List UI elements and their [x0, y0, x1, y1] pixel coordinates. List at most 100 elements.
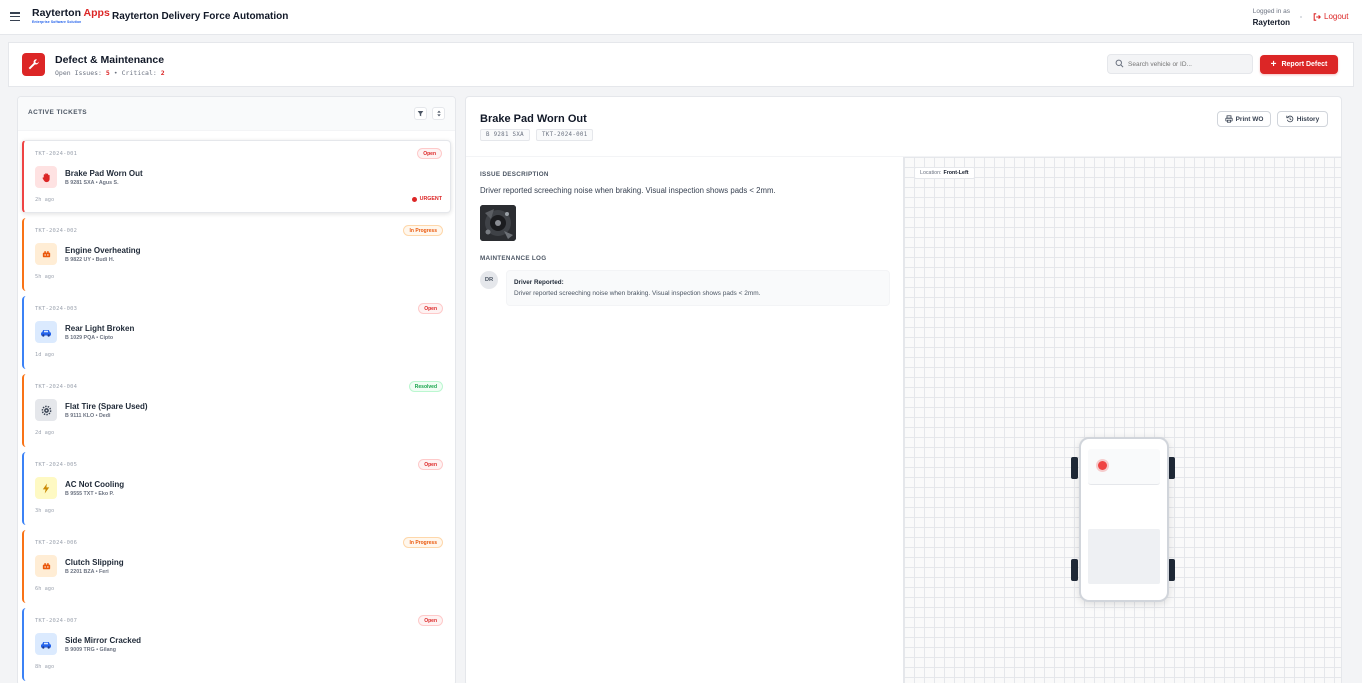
defect-marker[interactable]	[1098, 461, 1107, 470]
ticket-id: TKT-2024-004	[35, 384, 78, 390]
report-defect-button[interactable]: + Report Defect	[1260, 55, 1338, 74]
defect-photo[interactable]	[480, 205, 516, 241]
ticket-age: 2d ago	[35, 430, 55, 436]
log-entry-text: Driver reported screeching noise when br…	[514, 290, 761, 297]
user-name: Rayterton	[1252, 18, 1290, 27]
print-wo-button[interactable]: Print WO	[1217, 111, 1271, 127]
user-info: Logged in as Rayterton	[1253, 8, 1290, 27]
brand-accent: Apps	[83, 7, 110, 19]
ticket-detail-panel: Brake Pad Worn Out B 9281 SXA TKT-2024-0…	[465, 96, 1342, 683]
ticket-meta: B 9009 TRG • Gilang	[65, 647, 117, 653]
ticket-card[interactable]: TKT-2024-002 In Progress Engine Overheatin…	[22, 218, 451, 291]
ticket-title: Rear Light Broken	[65, 324, 135, 333]
brand-logo[interactable]: Rayterton Apps Enterprise Software Solut…	[32, 7, 110, 25]
ticket-age: 3h ago	[35, 508, 55, 514]
ticket-card[interactable]: TKT-2024-005 Open AC Not Cooling B 9555 TXT…	[22, 452, 451, 525]
gear-icon	[35, 399, 57, 421]
ticket-age: 5h ago	[35, 274, 55, 280]
location-label: Location:	[920, 170, 942, 176]
ticket-age: 6h ago	[35, 586, 55, 592]
wheel-rear-right	[1168, 559, 1175, 581]
status-badge: Open	[418, 303, 443, 314]
ticket-card[interactable]: TKT-2024-003 Open Rear Light Broken B 1029 …	[22, 296, 451, 369]
logout-button[interactable]: Logout	[1313, 12, 1348, 21]
search-icon	[1115, 59, 1124, 68]
wheel-front-left	[1071, 457, 1078, 479]
vehicle-outline	[1079, 437, 1169, 602]
ticket-id: TKT-2024-005	[35, 462, 78, 468]
brand-tagline: Enterprise Software Solution	[32, 20, 82, 24]
wheel-rear-left	[1071, 559, 1078, 581]
plate-chip: B 9281 SXA	[480, 129, 530, 141]
location-value: Front-Left	[943, 170, 969, 176]
printer-icon	[1224, 115, 1233, 123]
ticket-id: TKT-2024-006	[35, 540, 78, 546]
status-badge: In Progress	[403, 225, 443, 236]
ticket-meta: B 1029 PQA • Cipto	[65, 335, 114, 341]
ticket-card[interactable]: TKT-2024-001 Open Brake Pad Worn Out B 9281…	[22, 140, 451, 213]
issue-stats: Open Issues: 5 • Critical: 2	[55, 69, 165, 77]
ticket-age: 1d ago	[35, 352, 55, 358]
ticket-card[interactable]: TKT-2024-006 In Progress Clutch Slipping B …	[22, 530, 451, 603]
engine-icon	[35, 243, 57, 265]
page-title: Defect & Maintenance	[55, 54, 165, 66]
ticket-meta: B 2201 BZA • Feri	[65, 569, 109, 575]
page-header: Defect & Maintenance Open Issues: 5 • Cr…	[8, 42, 1354, 87]
status-badge: In Progress	[403, 537, 443, 548]
history-icon	[1286, 115, 1294, 123]
ticket-title: Brake Pad Worn Out	[65, 169, 143, 178]
bolt-icon	[35, 477, 57, 499]
search-box[interactable]	[1107, 54, 1253, 74]
open-issues-count: 5	[105, 69, 110, 77]
status-badge: Open	[418, 459, 443, 470]
ticket-id: TKT-2024-002	[35, 228, 78, 234]
sort-icon	[436, 110, 441, 117]
urgent-flag: URGENT	[411, 196, 442, 202]
avatar: DR	[480, 271, 498, 289]
location-pill: Location: Front-Left	[914, 167, 975, 179]
open-issues-label: Open Issues:	[55, 69, 102, 77]
ticket-id-chip: TKT-2024-001	[536, 129, 594, 141]
ticket-age: 8h ago	[35, 664, 55, 670]
history-button[interactable]: History	[1277, 111, 1328, 127]
history-label: History	[1296, 115, 1320, 123]
urgent-label: URGENT	[419, 196, 442, 202]
ticket-meta: B 9111 KLO • Dedi	[65, 413, 111, 419]
ticket-title: Clutch Slipping	[65, 558, 124, 567]
logout-icon	[1313, 12, 1321, 21]
filter-icon	[417, 111, 424, 117]
plus-icon: +	[1270, 58, 1277, 70]
logout-label: Logout	[1324, 12, 1349, 21]
ticket-card[interactable]: TKT-2024-004 Resolved Flat Tire (Spare Use…	[22, 374, 451, 447]
ticket-age: 2h ago	[35, 197, 55, 203]
ticket-id: TKT-2024-003	[35, 306, 78, 312]
issue-description: Driver reported screeching noise when br…	[480, 186, 776, 195]
ticket-meta: B 9281 SXA • Agus S.	[65, 180, 119, 186]
ticket-title: Flat Tire (Spare Used)	[65, 402, 148, 411]
sort-button[interactable]	[432, 107, 445, 120]
search-input[interactable]	[1128, 58, 1248, 70]
status-badge: Open	[418, 615, 443, 626]
stats-separator: •	[113, 69, 118, 77]
vehicle-cabin	[1088, 529, 1160, 584]
ticket-card[interactable]: TKT-2024-007 Open Side Mirror Cracked B 900…	[22, 608, 451, 681]
tickets-panel: ACTIVE TICKETS TKT-2024-001 Open Brake Pad…	[17, 96, 456, 683]
car-icon	[35, 321, 57, 343]
ticket-title: AC Not Cooling	[65, 480, 125, 489]
urgent-dot-icon	[411, 196, 417, 202]
tickets-panel-header: ACTIVE TICKETS	[18, 97, 455, 131]
ticket-title: Engine Overheating	[65, 246, 141, 255]
tickets-title: ACTIVE TICKETS	[28, 109, 88, 116]
log-entry-title: Driver Reported:	[514, 279, 564, 286]
hand-stop-icon	[35, 166, 57, 188]
wheel-front-right	[1168, 457, 1175, 479]
status-badge: Resolved	[408, 381, 443, 392]
status-badge: Open	[417, 148, 442, 159]
filter-button[interactable]	[414, 107, 427, 120]
menu-icon[interactable]	[10, 12, 20, 22]
defect-photo-image	[480, 205, 516, 241]
vehicle-diagram: Location: Front-Left	[903, 157, 1341, 683]
detail-title: Brake Pad Worn Out	[480, 113, 587, 125]
app-title: Rayterton Delivery Force Automation	[112, 11, 289, 22]
engine-icon	[35, 555, 57, 577]
